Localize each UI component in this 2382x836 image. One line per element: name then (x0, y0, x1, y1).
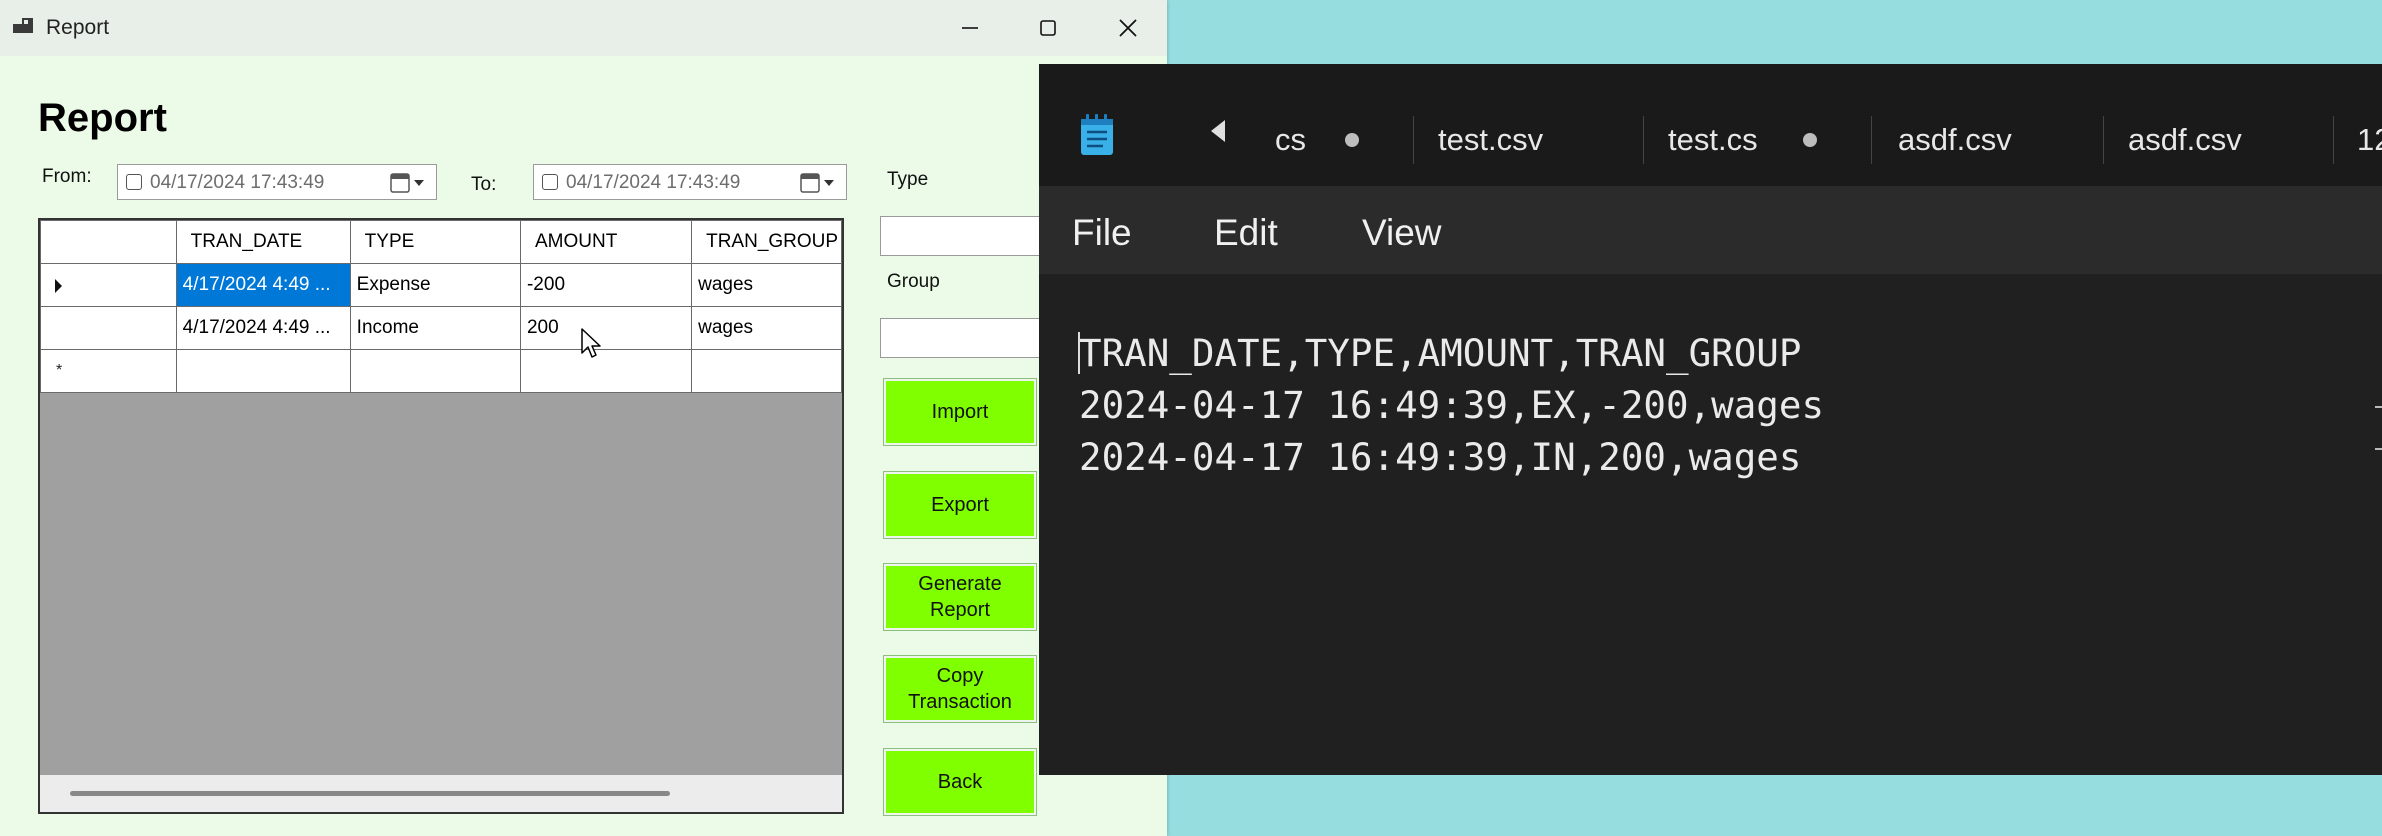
unsaved-dot-icon (1345, 133, 1359, 147)
close-icon (1119, 19, 1137, 37)
edge-marker (2375, 448, 2382, 450)
grid-cell[interactable]: -200 (519, 263, 693, 307)
column-header[interactable]: TYPE (349, 220, 521, 264)
to-date-checkbox[interactable] (542, 174, 558, 190)
page-title: Report (38, 96, 167, 140)
minimize-button[interactable] (938, 8, 1002, 48)
notepad-window: cs test.csv test.cs asdf.csv asdf.csv 12… (1039, 64, 2382, 775)
mouse-cursor-icon (581, 328, 601, 358)
tab-separator (1413, 116, 1414, 164)
table-row[interactable]: 4/17/2024 4:49 ... Income 200 wages (40, 306, 842, 350)
tab-asdf-csv-2[interactable]: asdf.csv (2128, 122, 2242, 158)
grid-cell[interactable] (519, 349, 693, 393)
from-date-picker[interactable]: 04/17/2024 17:43:49 (117, 164, 437, 200)
app-icon (13, 18, 35, 38)
title-bar[interactable]: Report (0, 0, 1167, 56)
grid-cell[interactable]: 4/17/2024 4:49 ... (175, 306, 351, 350)
grid-cell[interactable]: Expense (349, 263, 521, 307)
tab-test-cs[interactable]: test.cs (1668, 122, 1758, 158)
row-header[interactable]: * (40, 349, 177, 393)
maximize-button[interactable] (1016, 8, 1080, 48)
minimize-icon (962, 27, 978, 29)
from-date-value: 04/17/2024 17:43:49 (150, 172, 325, 193)
tab-separator (1871, 116, 1872, 164)
text-editor[interactable]: TRAN_DATE,TYPE,AMOUNT,TRAN_GROUP 2024-04-… (1079, 327, 1824, 483)
row-header[interactable] (40, 263, 177, 307)
from-label: From: (42, 166, 92, 187)
horizontal-scrollbar[interactable] (40, 775, 842, 812)
copy-transaction-label-line2: Transaction (908, 691, 1012, 713)
tab-separator (2103, 116, 2104, 164)
current-row-icon (55, 279, 62, 293)
unsaved-dot-icon (1803, 133, 1817, 147)
column-header[interactable]: AMOUNT (519, 220, 693, 264)
tab-asdf-csv[interactable]: asdf.csv (1898, 122, 2012, 158)
to-label: To: (471, 174, 497, 195)
grid-cell[interactable] (175, 349, 351, 393)
scrollbar-thumb[interactable] (70, 791, 670, 796)
tab-test-csv[interactable]: test.csv (1438, 122, 1543, 158)
grid-cell[interactable]: 200 (519, 306, 693, 350)
to-date-picker[interactable]: 04/17/2024 17:43:49 (533, 164, 847, 200)
text-line: 2024-04-17 16:49:39,EX,-200,wages (1079, 383, 1825, 427)
tab-separator (2333, 116, 2334, 164)
grid-header-row: TRAN_DATE TYPE AMOUNT TRAN_GROUP (40, 220, 842, 264)
grid-cell[interactable]: wages (691, 306, 842, 350)
text-line: 2024-04-17 16:49:39,IN,200,wages (1079, 435, 1802, 479)
maximize-icon (1040, 20, 1056, 36)
tab-separator (1643, 116, 1644, 164)
copy-transaction-button[interactable]: Copy Transaction (883, 655, 1037, 723)
copy-transaction-label-line1: Copy (936, 665, 984, 687)
generate-report-label-line2: Report (929, 599, 990, 621)
to-date-value: 04/17/2024 17:43:49 (566, 172, 741, 193)
calendar-dropdown-icon[interactable] (800, 172, 836, 194)
grid-cell[interactable]: Income (349, 306, 521, 350)
type-label: Type (887, 169, 929, 190)
window-title: Report (46, 16, 110, 39)
notepad-app-icon (1081, 114, 1113, 155)
grid-cell[interactable]: wages (691, 263, 842, 307)
export-button[interactable]: Export (883, 471, 1037, 539)
scroll-tabs-left-icon[interactable] (1211, 120, 1225, 142)
menu-view[interactable]: View (1362, 212, 1442, 254)
new-row[interactable]: * (40, 349, 842, 393)
new-row-icon: * (56, 362, 63, 379)
close-button[interactable] (1096, 8, 1160, 48)
back-button[interactable]: Back (883, 748, 1037, 816)
calendar-dropdown-icon[interactable] (390, 172, 426, 194)
report-window: Report Report From: 04/17/2024 17:43:49 … (0, 0, 1167, 836)
transactions-grid[interactable]: TRAN_DATE TYPE AMOUNT TRAN_GROUP 4/17/20… (38, 218, 844, 814)
tab-partial[interactable]: 12 (2357, 122, 2382, 158)
grid-cell[interactable] (349, 349, 521, 393)
grid-cell[interactable]: 4/17/2024 4:49 ... (175, 263, 351, 307)
from-date-checkbox[interactable] (126, 174, 142, 190)
edge-marker (2375, 406, 2382, 408)
generate-report-label-line1: Generate (918, 573, 1002, 595)
tab-bar: cs test.csv test.cs asdf.csv asdf.csv 12 (1039, 64, 2382, 186)
menu-file[interactable]: File (1072, 212, 1132, 254)
column-header[interactable]: TRAN_GROUP (691, 220, 842, 264)
column-header[interactable]: TRAN_DATE (175, 220, 351, 264)
row-header-corner (40, 220, 177, 264)
import-button[interactable]: Import (883, 378, 1037, 446)
grid-cell[interactable] (691, 349, 842, 393)
tab-cs[interactable]: cs (1275, 122, 1306, 158)
group-label: Group (887, 271, 940, 292)
generate-report-button[interactable]: Generate Report (883, 563, 1037, 631)
table-row[interactable]: 4/17/2024 4:49 ... Expense -200 wages (40, 263, 842, 307)
row-header[interactable] (40, 306, 177, 350)
menu-edit[interactable]: Edit (1214, 212, 1278, 254)
text-line: TRAN_DATE,TYPE,AMOUNT,TRAN_GROUP (1079, 331, 1802, 375)
